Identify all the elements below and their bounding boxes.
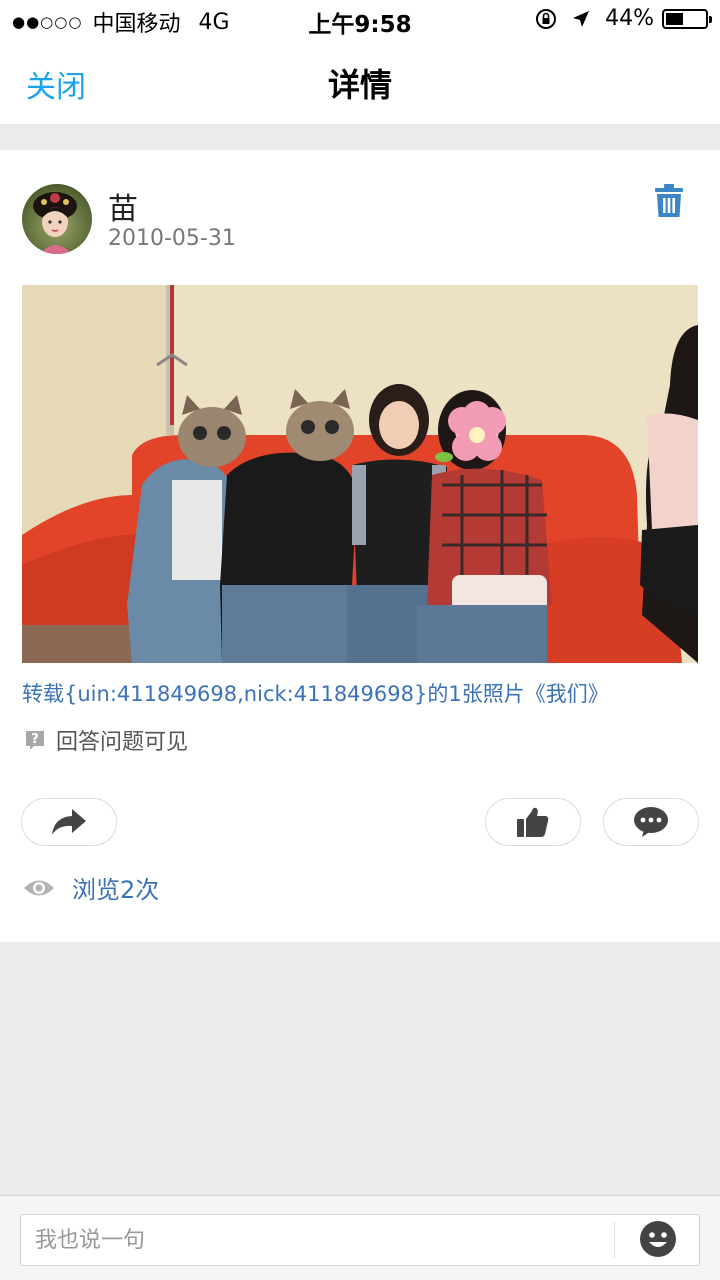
- eye-icon: [24, 880, 54, 895]
- page-title: 详情: [327, 66, 392, 104]
- comment-input[interactable]: [20, 1214, 700, 1266]
- smiley-icon[interactable]: [639, 1220, 677, 1258]
- trash-icon[interactable]: [655, 184, 683, 218]
- author-name[interactable]: 苗: [108, 184, 138, 228]
- location-arrow-icon: [571, 9, 591, 29]
- post-caption[interactable]: 转载{uin:411849698,nick:411849698}的1张照片《我们…: [22, 678, 609, 708]
- rotation-lock-icon: [535, 8, 557, 30]
- status-right: 44%: [535, 6, 712, 31]
- like-button[interactable]: [485, 798, 581, 846]
- share-arrow-icon: [52, 809, 86, 835]
- svg-text:?: ?: [31, 732, 39, 747]
- battery-icon: [662, 8, 712, 29]
- post-date: 2010-05-31: [108, 226, 236, 251]
- battery-level-fill: [666, 12, 683, 25]
- view-count-text: 浏览2次: [72, 876, 160, 904]
- speech-bubble-icon: [634, 807, 668, 837]
- view-count: 浏览2次: [24, 870, 159, 905]
- status-bar: ●●○○○ 中国移动 4G 上午9:58 44%: [0, 0, 720, 40]
- thumbs-up-icon: [517, 807, 549, 837]
- comment-bar: [0, 1195, 720, 1280]
- navigation-bar: 关闭 详情: [0, 40, 720, 124]
- avatar[interactable]: [22, 184, 92, 254]
- emoji-divider: [614, 1222, 615, 1258]
- question-badge-icon: ?: [26, 731, 44, 750]
- share-button[interactable]: [21, 798, 117, 846]
- post-photo[interactable]: [22, 285, 698, 663]
- visibility-text: 回答问题可见: [56, 730, 189, 755]
- battery-percent: 44%: [605, 6, 654, 31]
- comment-button[interactable]: [603, 798, 699, 846]
- post-card: 苗 2010-05-31 转载{uin:411849698,nick:41184…: [0, 150, 720, 942]
- visibility-note: ? 回答问题可见: [24, 724, 188, 756]
